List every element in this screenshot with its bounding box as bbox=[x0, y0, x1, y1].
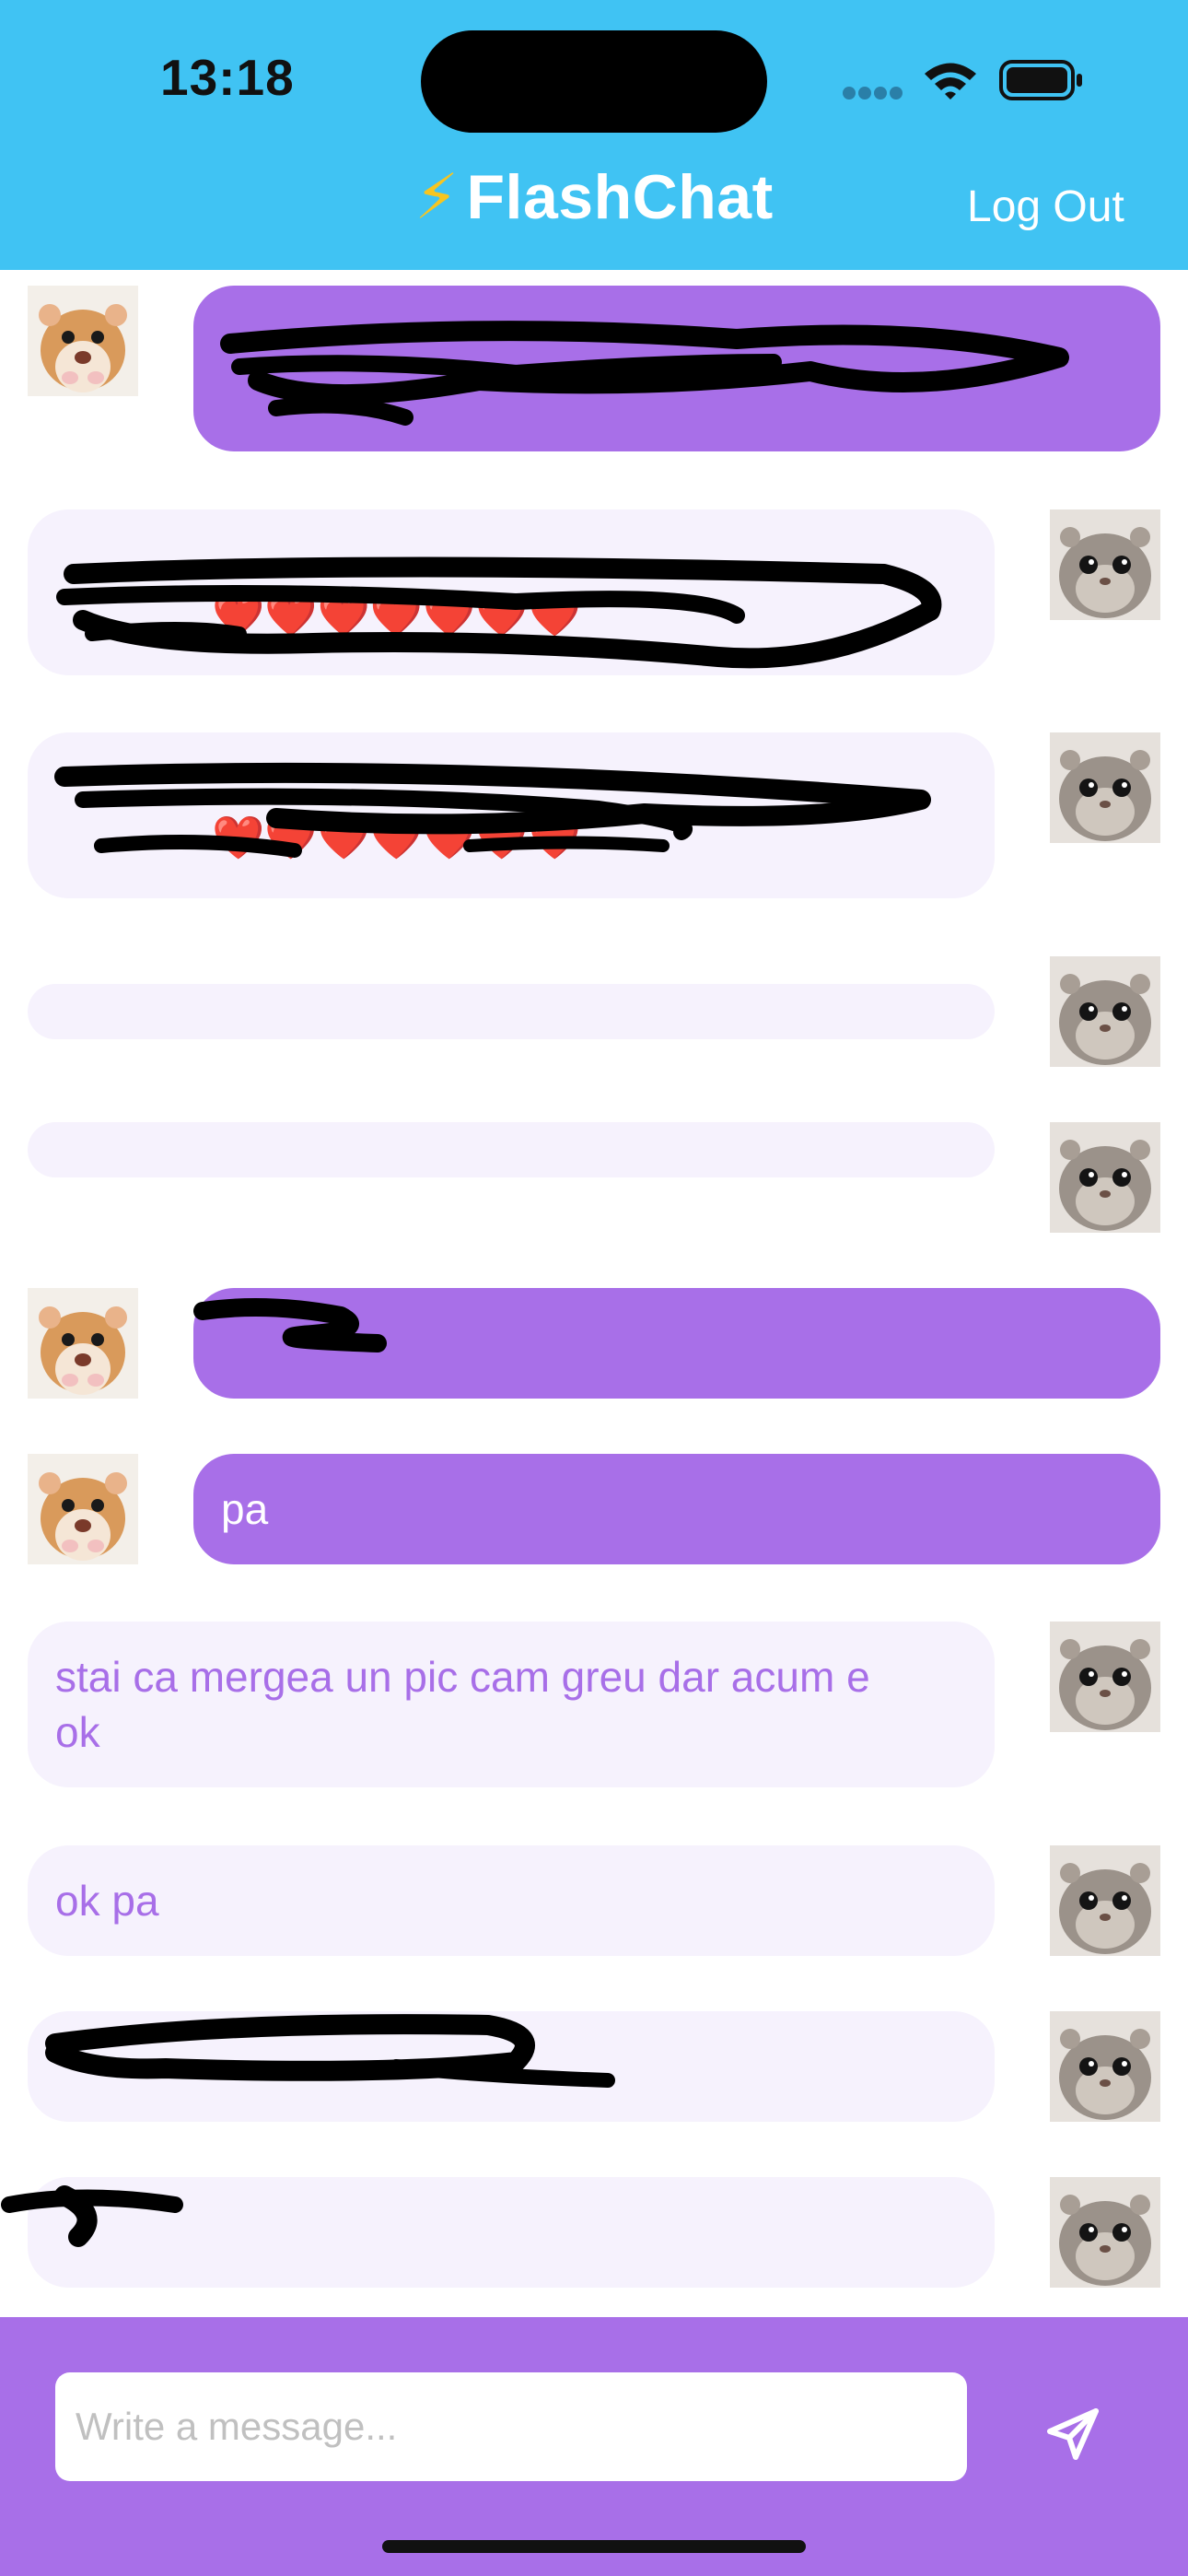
message-bubble-sent: pa bbox=[193, 1454, 1160, 1564]
wifi-icon bbox=[925, 63, 976, 100]
hamster-avatar-icon bbox=[1050, 1622, 1160, 1732]
logout-button[interactable]: Log Out bbox=[967, 181, 1124, 232]
message-text: pa bbox=[221, 1485, 269, 1533]
app-title: ⚡ FlashChat bbox=[414, 161, 773, 234]
hearts-emoji: ❤️❤️❤️❤️❤️❤️❤️ bbox=[212, 591, 581, 638]
message-bubble-received bbox=[28, 2177, 995, 2288]
hamster-avatar-icon bbox=[28, 286, 138, 396]
status-time: 13:18 bbox=[160, 49, 295, 106]
message-bubble-received bbox=[28, 1122, 995, 1177]
message-bubble-received: ok pa bbox=[28, 1845, 995, 1956]
navigation-bar: 13:18 ⚡ FlashChat Log Out bbox=[0, 0, 1188, 270]
message-bubble-sent bbox=[193, 286, 1160, 451]
message-text: stai ca mergea un pic cam greu dar acum … bbox=[55, 1653, 870, 1756]
hamster-avatar-icon bbox=[1050, 509, 1160, 620]
hamster-avatar-icon bbox=[1050, 2011, 1160, 2122]
message-bubble-received bbox=[28, 2011, 995, 2122]
message-bubble-sent bbox=[193, 1288, 1160, 1399]
send-icon bbox=[1047, 2408, 1099, 2460]
message-text: ok pa bbox=[55, 1877, 159, 1925]
message-composer bbox=[0, 2317, 1188, 2576]
hamster-avatar-icon bbox=[1050, 2177, 1160, 2288]
dynamic-island bbox=[421, 30, 767, 133]
message-bubble-received: stai ca mergea un pic cam greu dar acum … bbox=[28, 1622, 995, 1787]
hamster-avatar-icon bbox=[1050, 732, 1160, 843]
hamster-avatar-icon bbox=[1050, 1845, 1160, 1956]
message-bubble-received: ❤️❤️❤️❤️❤️❤️❤️ bbox=[28, 509, 995, 675]
message-bubble-received: ❤️❤️❤️❤️❤️❤️❤️ bbox=[28, 732, 995, 898]
hamster-avatar-icon bbox=[28, 1288, 138, 1399]
battery-icon bbox=[999, 60, 1082, 100]
message-list[interactable]: ❤️❤️❤️❤️❤️❤️❤️ ❤️❤️❤️❤️❤️❤️❤️ pa stai ca… bbox=[0, 270, 1188, 2317]
hearts-emoji: ❤️❤️❤️❤️❤️❤️❤️ bbox=[212, 814, 581, 861]
home-indicator bbox=[382, 2540, 806, 2553]
send-button[interactable] bbox=[1041, 2402, 1105, 2466]
hamster-avatar-icon bbox=[1050, 1122, 1160, 1233]
app-title-text: FlashChat bbox=[466, 162, 774, 232]
hamster-avatar-icon bbox=[28, 1454, 138, 1564]
hamster-avatar-icon bbox=[1050, 956, 1160, 1067]
message-input[interactable] bbox=[55, 2372, 967, 2481]
cellular-signal-icon bbox=[843, 87, 903, 100]
message-bubble-received bbox=[28, 984, 995, 1039]
lightning-icon: ⚡ bbox=[414, 162, 460, 232]
